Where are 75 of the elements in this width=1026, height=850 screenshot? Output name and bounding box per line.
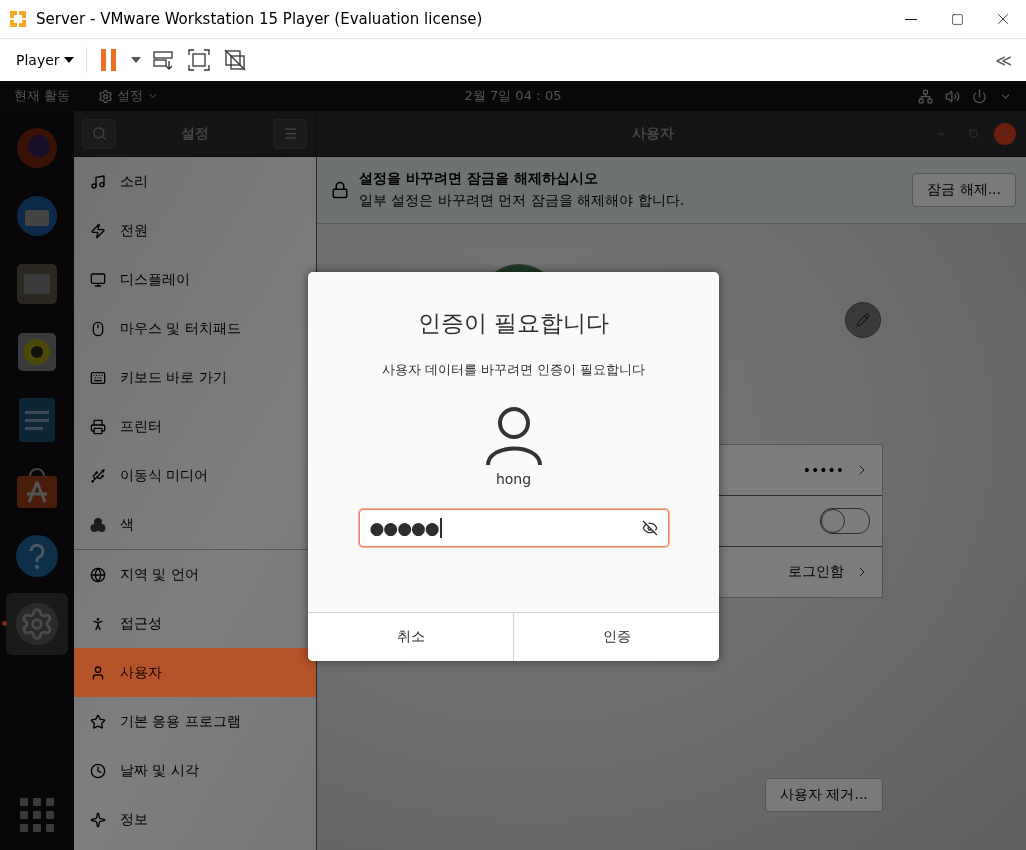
app-menu-label: 설정: [117, 87, 144, 105]
sidebar-item[interactable]: 소리: [74, 157, 316, 206]
sidebar-item[interactable]: 사용자: [74, 648, 316, 697]
sidebar-item[interactable]: 마우스 및 터치패드: [74, 304, 316, 353]
close-button[interactable]: [994, 122, 1016, 145]
player-menu[interactable]: Player: [12, 50, 78, 70]
user-icon: [484, 407, 543, 467]
menu-icon: [282, 126, 298, 141]
clock[interactable]: 2월 7일 04：05: [464, 87, 562, 105]
window-title: Server - VMware Workstation 15 Player (Evaluation license): [36, 10, 484, 28]
network-icon[interactable]: [918, 88, 933, 104]
minimize-icon: [905, 18, 917, 20]
maximize-icon: [950, 12, 964, 26]
password-field[interactable]: ●●●●●: [358, 509, 669, 547]
sidebar-item-icon: [90, 615, 106, 632]
volume-icon[interactable]: [945, 88, 960, 104]
edit-button[interactable]: [845, 302, 881, 338]
search-button[interactable]: [82, 118, 116, 149]
restore-icon: [968, 129, 978, 138]
sidebar-item-icon: [90, 811, 106, 828]
hide-password-icon[interactable]: [641, 520, 658, 536]
row-value: 로그인함: [788, 563, 844, 581]
dialog-title: 인증이 필요합니다: [417, 309, 610, 338]
speaker-icon: [17, 332, 57, 372]
authenticate-button[interactable]: 인증: [513, 613, 719, 661]
sidebar-item-icon: [90, 566, 106, 583]
document-icon: [18, 397, 56, 443]
unlock-button[interactable]: 잠금 해제...: [912, 173, 1016, 207]
help-icon: [15, 534, 59, 578]
settings-row[interactable]: 로그인함: [518, 547, 882, 597]
gear-icon: [98, 88, 114, 104]
sidebar-item[interactable]: 정보: [74, 795, 316, 844]
app-grid-icon[interactable]: [20, 798, 54, 832]
sidebar-item-icon: [90, 222, 106, 239]
sidebar-item-icon: [90, 467, 106, 484]
sidebar-item[interactable]: 지역 및 언어: [74, 550, 316, 599]
lock-banner-subtitle: 일부 설정은 바꾸려면 먼저 잠금을 해제해야 합니다.: [359, 192, 686, 210]
sidebar-item[interactable]: 키보드 바로 가기: [74, 353, 316, 402]
sidebar-item[interactable]: 디스플레이: [74, 255, 316, 304]
menu-button[interactable]: [273, 118, 307, 149]
sidebar-item-icon: [90, 762, 106, 779]
power-icon[interactable]: [972, 88, 987, 104]
folder-icon: [15, 262, 59, 306]
sidebar-item-icon: [90, 369, 106, 386]
sidebar-item[interactable]: 프린터: [74, 402, 316, 451]
close-icon: [1000, 127, 1010, 140]
pencil-icon: [856, 313, 870, 327]
search-icon: [91, 126, 107, 141]
toggle-switch[interactable]: [820, 508, 870, 534]
user-name: hong: [495, 471, 532, 487]
sidebar-item-icon: [90, 418, 106, 435]
gear-icon: [14, 601, 60, 647]
collapse-toolbar-button[interactable]: ≪: [989, 49, 1018, 71]
sidebar-item-icon: [90, 664, 106, 681]
caret-icon[interactable]: [130, 57, 141, 63]
remove-user-button[interactable]: 사용자 제거...: [765, 778, 883, 812]
dialog-message: 사용자 데이터를 바꾸려면 인증이 필요합니다: [381, 361, 646, 379]
sidebar-item[interactable]: 이동식 미디어: [74, 451, 316, 500]
sidebar-item-icon: [90, 713, 106, 730]
caret-icon: [63, 57, 74, 63]
row-value: •••••: [802, 462, 844, 478]
lock-banner-title: 설정을 바꾸려면 잠금을 해제하십시오: [359, 170, 599, 188]
app-logo-icon: [8, 9, 28, 29]
sidebar-item-icon: [90, 320, 106, 337]
sidebar-item-icon: [90, 271, 106, 288]
sidebar-item[interactable]: 전원: [74, 206, 316, 255]
color-circles-icon: [90, 516, 106, 533]
app-menu[interactable]: 설정: [98, 87, 160, 105]
sidebar-item[interactable]: 기본 응용 프로그램: [74, 697, 316, 746]
sidebar-item-icon: [90, 173, 106, 190]
activities-button[interactable]: 현재 활동: [14, 87, 71, 105]
sidebar-item[interactable]: 날짜 및 시각: [74, 746, 316, 795]
shopping-bag-icon: [15, 466, 59, 510]
lock-icon: [331, 181, 349, 199]
cancel-button[interactable]: 취소: [308, 613, 513, 661]
